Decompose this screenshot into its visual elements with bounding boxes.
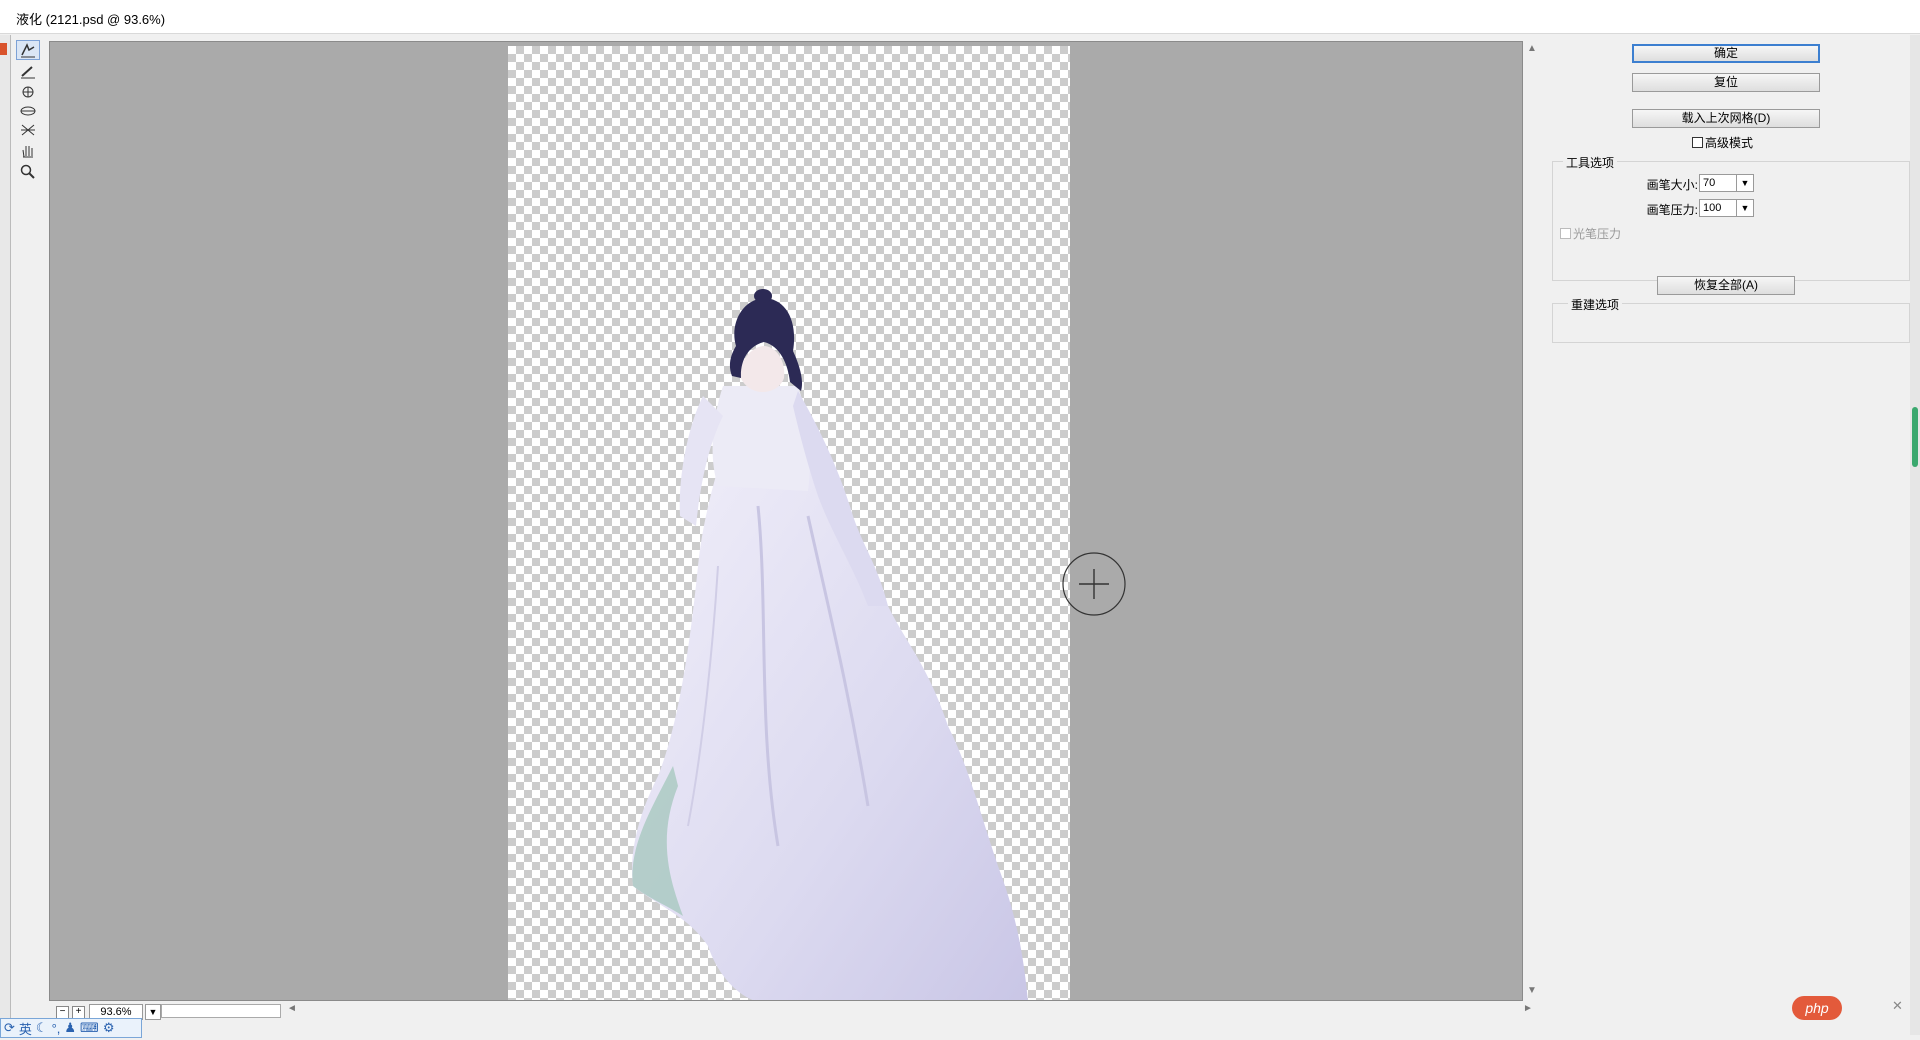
zoom-dropdown[interactable]: ▼ [145,1004,161,1020]
chevron-down-icon[interactable]: ▼ [1736,200,1753,216]
ime-logo-icon[interactable]: ⟳ [4,1020,15,1036]
brush-pressure-value[interactable]: 100 [1700,200,1736,216]
canvas-vertical-scrollbar[interactable]: ▲ ▼ [1524,41,1540,1001]
chevron-down-icon[interactable]: ▼ [1736,175,1753,191]
checkbox-box[interactable] [1560,228,1571,239]
zoom-bar: − + 93.6% ▼ ◄ ► [49,1001,1539,1023]
reconstruct-options-legend: 重建选项 [1568,296,1623,313]
scrollbar-thumb[interactable] [161,1004,281,1018]
punctuation-icon[interactable]: °, [52,1021,61,1036]
ime-toolbar[interactable]: ⟳ 英 ☾ °, ♟ ⌨ ⚙ [0,1018,142,1038]
scrollbar-thumb[interactable] [1912,407,1918,467]
push-left-icon [21,124,35,136]
close-icon[interactable]: ✕ [1892,998,1903,1014]
checkbox-box[interactable] [1692,137,1703,148]
bloat-icon [20,106,36,116]
advanced-mode-label: 高级模式 [1705,136,1754,150]
brush-size-combo[interactable]: 70 ▼ [1699,174,1754,192]
scroll-right-icon[interactable]: ► [1523,1003,1533,1014]
liquify-toolbar [12,37,46,217]
tool-options-legend: 工具选项 [1563,154,1618,171]
hand-icon [22,146,33,158]
reset-button[interactable]: 复位 [1632,73,1820,92]
pucker-tool[interactable] [16,82,40,102]
settings-icon[interactable]: ⚙ [103,1020,115,1036]
brush-size-label: 画笔大小: [1646,178,1698,192]
window-title: 液化 (2121.psd @ 93.6%) [16,12,166,27]
load-last-mesh-button[interactable]: 载入上次网格(D) [1632,109,1820,128]
php-watermark-logo: php [1792,996,1842,1020]
brush-pressure-combo[interactable]: 100 ▼ [1699,199,1754,217]
push-left-tool[interactable] [16,120,40,140]
scroll-up-icon[interactable]: ▲ [1527,43,1537,54]
hand-tool[interactable] [16,141,40,161]
preview-canvas[interactable] [49,41,1523,1001]
scroll-down-icon[interactable]: ▼ [1527,985,1537,996]
brush-cursor [1062,552,1126,616]
brush-reconstruct-icon [21,66,35,79]
zoom-tool[interactable] [16,161,40,181]
title-bar: 液化 (2121.psd @ 93.6%) [0,0,1920,34]
forward-warp-tool[interactable] [16,40,40,60]
app-edge-marker [0,43,7,55]
canvas-horizontal-scrollbar[interactable]: ◄ ► [161,1003,1541,1018]
bloat-tool[interactable] [16,101,40,121]
liquify-options-panel: 确定 复位 载入上次网格(D) 高级模式 工具选项 画笔大小: 70 ▼ 画笔压… [1542,35,1920,1035]
advanced-mode-checkbox[interactable]: 高级模式 [1692,134,1753,151]
reconstruct-tool[interactable] [16,61,40,81]
user-icon[interactable]: ♟ [64,1020,76,1036]
finger-warp-icon [21,43,35,58]
brush-size-value[interactable]: 70 [1700,175,1736,191]
ime-language[interactable]: 英 [19,1019,32,1038]
scroll-left-icon[interactable]: ◄ [287,1003,297,1014]
liquified-figure-image [632,289,1028,1000]
stylus-pressure-label: 光笔压力 [1573,227,1622,241]
right-edge-scrollbar[interactable] [1910,35,1920,1035]
restore-all-button[interactable]: 恢复全部(A) [1657,276,1795,295]
ok-button[interactable]: 确定 [1632,44,1820,63]
brush-pressure-label: 画笔压力: [1646,203,1698,217]
document-transparent-canvas [508,46,1070,1000]
pucker-icon [22,86,34,98]
magnifier-icon [20,164,35,179]
keyboard-icon[interactable]: ⌨ [80,1020,99,1036]
moon-icon[interactable]: ☾ [36,1020,48,1036]
left-edge-strip [0,35,11,1035]
stylus-pressure-checkbox[interactable]: 光笔压力 [1560,225,1621,242]
